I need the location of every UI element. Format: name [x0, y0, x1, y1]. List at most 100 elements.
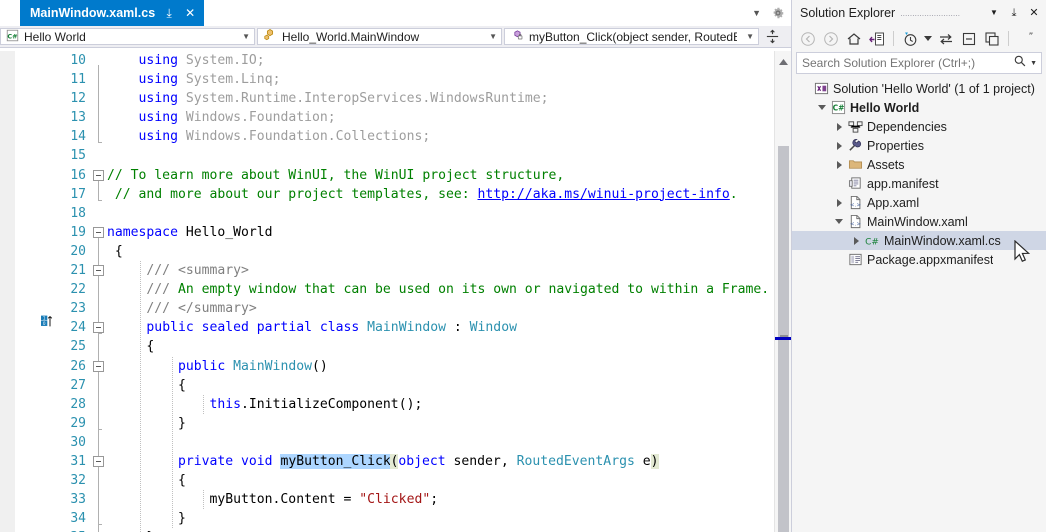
home-icon[interactable]: [844, 30, 864, 48]
chevron-down-icon[interactable]: ▼: [238, 32, 250, 41]
code-line[interactable]: }: [107, 509, 791, 528]
pin-icon[interactable]: ⤓: [162, 7, 176, 19]
code-line[interactable]: // and more about our project templates,…: [107, 185, 791, 204]
expand-arrow-icon[interactable]: [832, 198, 846, 207]
expand-arrow-icon[interactable]: [832, 160, 846, 169]
code-token: this: [209, 396, 242, 412]
code-line[interactable]: using Windows.Foundation.Collections;: [107, 127, 791, 146]
code-line[interactable]: private void myButton_Click(object sende…: [107, 452, 791, 471]
dropdown-icon[interactable]: ▼: [987, 9, 1001, 17]
tree-item[interactable]: app.manifest: [792, 174, 1046, 193]
code-line[interactable]: using System.Linq;: [107, 70, 791, 89]
tab-mainwindow-xaml-cs[interactable]: MainWindow.xaml.cs ⤓ ✕: [20, 0, 205, 26]
code-token: object: [398, 453, 454, 469]
code-line[interactable]: /// An empty window that can be used on …: [107, 280, 791, 299]
search-icon[interactable]: [1013, 54, 1027, 73]
code-line[interactable]: [107, 146, 791, 165]
svg-text:C#: C#: [832, 104, 844, 113]
fold-toggle[interactable]: [93, 322, 104, 334]
close-icon[interactable]: ✕: [1027, 7, 1041, 19]
line-number: 10: [70, 53, 86, 68]
tree-item-selected[interactable]: C# MainWindow.xaml.cs: [792, 231, 1046, 250]
code-line[interactable]: [107, 433, 791, 452]
tree-item-label: App.xaml: [867, 195, 920, 210]
forward-icon[interactable]: [821, 30, 841, 48]
code-line[interactable]: public sealed partial class MainWindow :…: [107, 318, 791, 337]
code-editor[interactable]: 1 0 10 11 12 13 14 15 16 17 18 19 20 21 22 23 24 25 26 27…: [0, 51, 791, 532]
solution-explorer-search[interactable]: ▼: [796, 52, 1042, 74]
expand-arrow-icon[interactable]: [832, 122, 846, 131]
code-line[interactable]: // To learn more about WinUI, the WinUI …: [107, 166, 791, 185]
fold-toggle[interactable]: [93, 265, 104, 277]
scroll-up-icon[interactable]: [775, 55, 792, 69]
pending-changes-icon[interactable]: [900, 30, 920, 48]
code-line[interactable]: {: [107, 242, 791, 261]
glyph-margin[interactable]: 1 0: [15, 51, 53, 532]
overflow-icon[interactable]: ”: [1021, 30, 1041, 48]
indent-guide: [140, 261, 142, 532]
collapse-arrow-icon[interactable]: [832, 219, 846, 224]
solution-explorer-toolbar: ”: [792, 26, 1046, 51]
collapse-arrow-icon[interactable]: [815, 105, 829, 110]
code-token: (): [311, 358, 328, 374]
code-line[interactable]: {: [107, 471, 791, 490]
drag-handle[interactable]: [901, 8, 981, 18]
properties-icon[interactable]: [982, 30, 1002, 48]
fold-toggle[interactable]: [93, 169, 104, 181]
editor-vertical-scrollbar[interactable]: [774, 51, 792, 532]
chevron-down-icon[interactable]: ▼: [485, 32, 497, 41]
code-line[interactable]: {: [107, 337, 791, 356]
solution-tree[interactable]: Solution 'Hello World' (1 of 1 project) C…: [792, 77, 1046, 269]
member-dropdown[interactable]: myButton_Click(object sender, RoutedEv ▼: [504, 28, 759, 45]
code-line[interactable]: }: [107, 414, 791, 433]
refresh-icon[interactable]: [936, 30, 956, 48]
code-line[interactable]: /// </summary>: [107, 299, 791, 318]
code-line[interactable]: {: [107, 376, 791, 395]
xaml-icon: <.>: [846, 214, 864, 229]
code-token: Windows.Foundation.Collections;: [185, 129, 431, 145]
pin-icon[interactable]: ⤓: [1007, 7, 1021, 19]
tree-item[interactable]: Assets: [792, 155, 1046, 174]
chevron-down-icon[interactable]: ▼: [1027, 60, 1037, 67]
pending-changes-dropdown-icon[interactable]: [923, 30, 933, 48]
back-icon[interactable]: [798, 30, 818, 48]
tree-item[interactable]: Dependencies: [792, 117, 1046, 136]
collapse-all-icon[interactable]: [959, 30, 979, 48]
code-folding-margin[interactable]: [91, 51, 107, 532]
project-dropdown[interactable]: C# Hello World ▼: [0, 28, 255, 45]
code-line[interactable]: namespace Hello_World: [107, 223, 791, 242]
split-view-icon[interactable]: [761, 28, 783, 45]
code-line[interactable]: using Windows.Foundation;: [107, 108, 791, 127]
fold-toggle[interactable]: [93, 360, 104, 372]
code-token: ///: [107, 282, 178, 298]
codelens-reference-icon[interactable]: 1 0: [41, 314, 61, 328]
sync-with-active-document-icon[interactable]: [867, 30, 887, 48]
search-input[interactable]: [802, 56, 1014, 70]
tree-item[interactable]: <.> App.xaml: [792, 193, 1046, 212]
fold-toggle[interactable]: [93, 226, 104, 238]
tree-item[interactable]: Package.appxmanifest: [792, 250, 1046, 269]
code-line[interactable]: public MainWindow(): [107, 357, 791, 376]
close-icon[interactable]: ✕: [183, 7, 197, 19]
tree-item[interactable]: Solution 'Hello World' (1 of 1 project): [792, 79, 1046, 98]
expand-arrow-icon[interactable]: [832, 141, 846, 150]
code-line[interactable]: [107, 204, 791, 223]
code-text-area[interactable]: using System.IO; using System.Linq; usin…: [107, 51, 791, 532]
chevron-down-icon[interactable]: ▼: [742, 32, 754, 41]
code-line[interactable]: /// <summary>: [107, 261, 791, 280]
fold-toggle[interactable]: [93, 456, 104, 468]
code-token: namespace: [107, 224, 186, 240]
code-line[interactable]: this.InitializeComponent();: [107, 395, 791, 414]
code-line[interactable]: using System.IO;: [107, 51, 791, 70]
code-line[interactable]: myButton.Content = "Clicked";: [107, 490, 791, 509]
line-number: 15: [70, 148, 86, 164]
tree-item[interactable]: Properties: [792, 136, 1046, 155]
type-dropdown[interactable]: Hello_World.MainWindow ▼: [257, 28, 502, 45]
chevron-down-icon[interactable]: ▼: [752, 8, 761, 18]
tree-item[interactable]: <.> MainWindow.xaml: [792, 212, 1046, 231]
code-line[interactable]: using System.Runtime.InteropServices.Win…: [107, 89, 791, 108]
gear-icon[interactable]: [771, 6, 785, 20]
expand-arrow-icon[interactable]: [849, 236, 863, 245]
tree-item[interactable]: C# Hello World: [792, 98, 1046, 117]
code-line[interactable]: }: [107, 528, 791, 532]
